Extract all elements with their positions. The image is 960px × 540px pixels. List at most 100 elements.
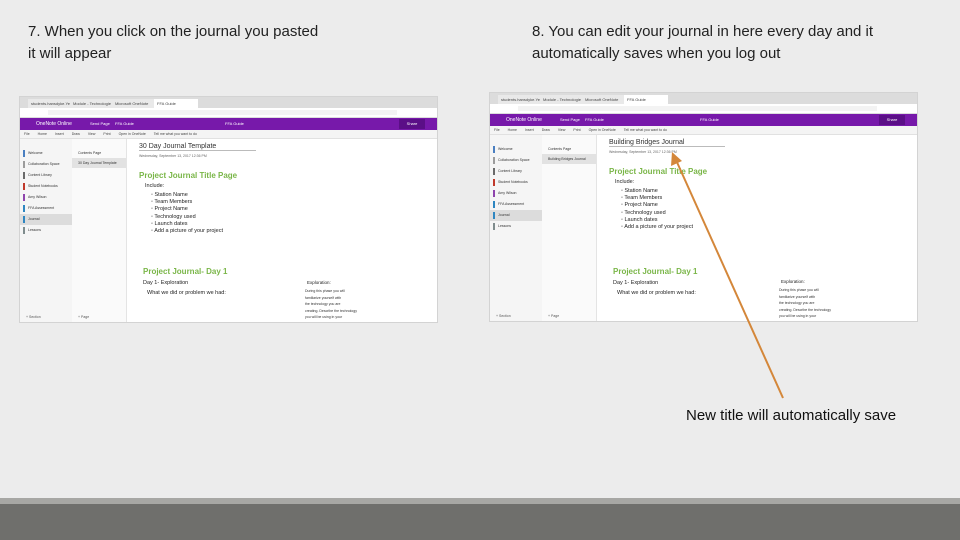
- pane-header: [72, 139, 126, 148]
- app-name[interactable]: OneNote Online: [506, 116, 542, 124]
- notebook-title: FFA Guide: [700, 117, 719, 122]
- page-item-selected[interactable]: 30 Day Journal Template: [72, 158, 126, 168]
- menu-view[interactable]: View: [88, 132, 96, 136]
- exploration-title: Exploration:: [781, 279, 805, 284]
- page-item[interactable]: Contents Page: [72, 148, 126, 158]
- notebook-title: FFA Guide: [225, 121, 244, 126]
- menu-insert[interactable]: Insert: [525, 128, 534, 132]
- section-item[interactable]: Amy Wilson: [490, 188, 542, 199]
- page-canvas[interactable]: Building Bridges Journal Wednesday, Sept…: [597, 135, 917, 321]
- menu-file[interactable]: File: [494, 128, 500, 132]
- heading-title-page: Project Journal Title Page: [139, 171, 238, 180]
- list-item: Team Members: [151, 199, 223, 206]
- section-item[interactable]: Content Library: [490, 166, 542, 177]
- onenote-app-bar: OneNote Online Send Page FFA Guide FFA G…: [20, 118, 437, 130]
- onenote-screenshot-left: students.hansdyke.Yea Module - Technolog…: [20, 97, 437, 322]
- browser-tab-active[interactable]: FFA Guide: [624, 95, 668, 104]
- list-item: Station Name: [621, 188, 693, 195]
- section-item[interactable]: Welcome: [20, 148, 72, 159]
- menu-open-onenote[interactable]: Open in OneNote: [119, 132, 146, 136]
- page-title[interactable]: 30 Day Journal Template: [139, 143, 257, 151]
- ribbon-menu: File Home Insert Draw View Print Open in…: [20, 130, 437, 139]
- page-item-selected[interactable]: Building Bridges Journal: [542, 154, 596, 164]
- section-pane: Welcome Collaboration Space Content Libr…: [490, 135, 543, 321]
- add-section-button[interactable]: + Section: [26, 315, 41, 319]
- section-item[interactable]: FFA Assessment: [20, 203, 72, 214]
- browser-tab-active[interactable]: FFA Guide: [154, 99, 198, 108]
- includes-list: Station Name Team Members Project Name T…: [621, 188, 693, 231]
- menu-view[interactable]: View: [558, 128, 566, 132]
- includes-label: Include:: [615, 179, 635, 185]
- pane-header: [20, 139, 72, 148]
- list-item: Project Name: [621, 202, 693, 209]
- section-item[interactable]: Content Library: [20, 170, 72, 181]
- page-canvas[interactable]: 30 Day Journal Template Wednesday, Septe…: [127, 139, 437, 322]
- app-name[interactable]: OneNote Online: [36, 120, 72, 128]
- share-button[interactable]: Share: [399, 119, 425, 129]
- browser-tab[interactable]: Module - Technologie: [70, 99, 114, 108]
- onenote-app-bar: OneNote Online Send Page FFA Guide FFA G…: [490, 114, 917, 126]
- ribbon-menu: File Home Insert Draw View Print Open in…: [490, 126, 917, 135]
- add-page-button[interactable]: + Page: [548, 314, 559, 318]
- list-item: Team Members: [621, 195, 693, 202]
- breadcrumb-send-page[interactable]: Send Page: [560, 116, 580, 124]
- page-date: Wednesday, September 13, 2017 12:36 PM: [139, 154, 207, 158]
- section-item-selected[interactable]: Journal: [20, 214, 72, 225]
- includes-label: Include:: [145, 183, 165, 189]
- section-item[interactable]: Amy Wilson: [20, 192, 72, 203]
- page-title[interactable]: Building Bridges Journal: [609, 139, 725, 147]
- page-pane: Contents Page 30 Day Journal Template + …: [72, 139, 127, 322]
- section-item[interactable]: Collaboration Space: [20, 159, 72, 170]
- url-field[interactable]: [518, 106, 877, 111]
- breadcrumb-notebook[interactable]: FFA Guide: [115, 120, 134, 128]
- section-item[interactable]: Lessons: [490, 221, 542, 232]
- menu-print[interactable]: Print: [573, 128, 580, 132]
- menu-draw[interactable]: Draw: [72, 132, 80, 136]
- browser-tab[interactable]: Microsoft OneNote: [582, 95, 626, 104]
- menu-insert[interactable]: Insert: [55, 132, 64, 136]
- section-item[interactable]: FFA Assessment: [490, 199, 542, 210]
- breadcrumb-send-page[interactable]: Send Page: [90, 120, 110, 128]
- exploration-title: Exploration:: [307, 280, 331, 285]
- section-item[interactable]: Lessons: [20, 225, 72, 236]
- browser-tabstrip: students.hansdyke.Yea Module - Technolog…: [20, 97, 437, 108]
- exploration-text: During this phase you will familiarize y…: [305, 289, 357, 319]
- browser-tabstrip: students.hansdyke.Yea Module - Technolog…: [490, 93, 917, 104]
- menu-print[interactable]: Print: [103, 132, 110, 136]
- url-field[interactable]: [48, 110, 397, 115]
- browser-tab[interactable]: students.hansdyke.Yea: [498, 95, 542, 104]
- autosave-note: New title will automatically save: [686, 407, 897, 424]
- address-bar[interactable]: [490, 104, 917, 114]
- menu-file[interactable]: File: [24, 132, 30, 136]
- day-label: Day 1- Exploration: [143, 280, 189, 286]
- menu-tell-me[interactable]: Tell me what you want to do: [624, 128, 667, 132]
- add-section-button[interactable]: + Section: [496, 314, 511, 318]
- page-date: Wednesday, September 13, 2017 12:36 PM: [609, 150, 677, 154]
- browser-tab[interactable]: Module - Technologie: [540, 95, 584, 104]
- day-bullet: What we did or problem we had:: [617, 290, 696, 296]
- menu-tell-me[interactable]: Tell me what you want to do: [154, 132, 197, 136]
- onenote-screenshot-right: students.hansdyke.Yea Module - Technolog…: [490, 93, 917, 321]
- menu-home[interactable]: Home: [38, 132, 47, 136]
- heading-day-1: Project Journal- Day 1: [143, 267, 228, 276]
- day-bullet: What we did or problem we had:: [147, 290, 226, 296]
- add-page-button[interactable]: + Page: [78, 315, 89, 319]
- list-item: Station Name: [151, 192, 223, 199]
- list-item: Add a picture of your project: [151, 228, 223, 235]
- section-item[interactable]: Student Notebooks: [20, 181, 72, 192]
- menu-home[interactable]: Home: [508, 128, 517, 132]
- share-button[interactable]: Share: [879, 115, 905, 125]
- menu-draw[interactable]: Draw: [542, 128, 550, 132]
- section-item-selected[interactable]: Journal: [490, 210, 542, 221]
- section-pane: Welcome Collaboration Space Content Libr…: [20, 139, 73, 322]
- section-item[interactable]: Student Notebooks: [490, 177, 542, 188]
- breadcrumb-notebook[interactable]: FFA Guide: [585, 116, 604, 124]
- page-item[interactable]: Contents Page: [542, 144, 596, 154]
- browser-tab[interactable]: students.hansdyke.Yea: [28, 99, 72, 108]
- browser-tab[interactable]: Microsoft OneNote: [112, 99, 156, 108]
- page-pane: Contents Page Building Bridges Journal +…: [542, 135, 597, 321]
- address-bar[interactable]: [20, 108, 437, 118]
- menu-open-onenote[interactable]: Open in OneNote: [589, 128, 616, 132]
- section-item[interactable]: Welcome: [490, 144, 542, 155]
- section-item[interactable]: Collaboration Space: [490, 155, 542, 166]
